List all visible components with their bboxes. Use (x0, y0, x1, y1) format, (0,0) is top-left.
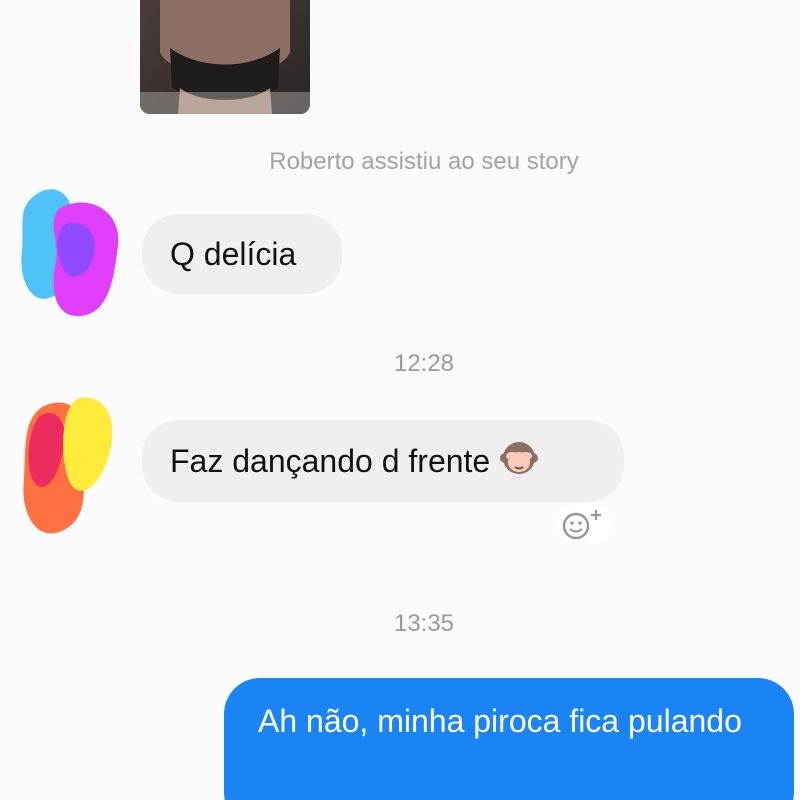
message-text: Ah não, minha piroca fica pulando (258, 703, 742, 739)
story-thumbnail[interactable] (140, 0, 310, 114)
message-text: Q delícia (170, 235, 297, 272)
timestamp: 13:35 (393, 610, 455, 637)
incoming-message-bubble[interactable]: Faz dançando d frente (142, 420, 624, 502)
story-photo (140, 0, 310, 114)
add-reaction-icon (562, 510, 601, 540)
story-seen-note: Roberto assistiu ao seu story (269, 148, 579, 175)
avatar-image (21, 189, 119, 317)
contact-avatar[interactable] (14, 184, 124, 324)
outgoing-message-bubble[interactable]: Ah não, minha piroca fica pulando (224, 678, 794, 800)
monkey-see-no-evil-icon (500, 438, 539, 484)
message-text: Faz dançando d frente (170, 442, 491, 479)
timestamp: 12:28 (393, 350, 455, 377)
incoming-message-bubble[interactable]: Q delícia (142, 214, 342, 294)
contact-avatar[interactable] (14, 396, 124, 536)
avatar-image (23, 397, 113, 534)
chat-screen: Roberto assistiu ao seu story Q delícia … (0, 0, 800, 800)
add-reaction-button[interactable] (556, 504, 612, 544)
